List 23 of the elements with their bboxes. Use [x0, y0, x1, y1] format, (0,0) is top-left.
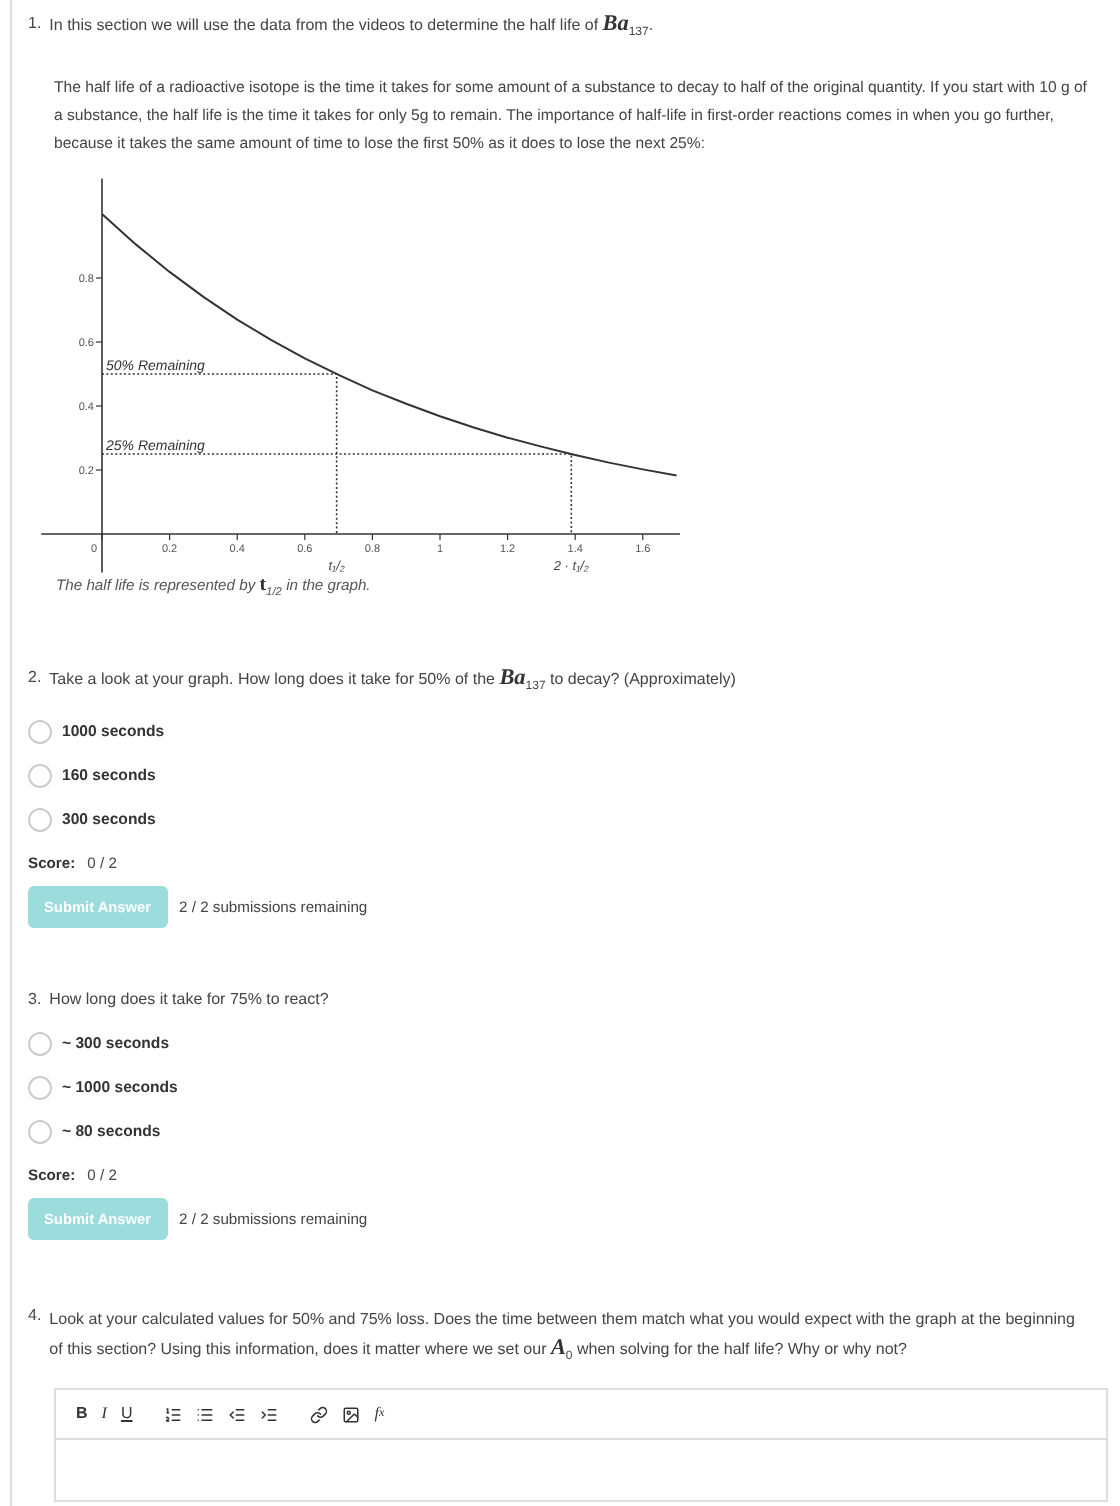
underline-button[interactable]: U	[120, 1404, 133, 1425]
question-number: 3.	[28, 987, 42, 1012]
ordered-list-icon[interactable]	[164, 1405, 183, 1424]
bold-button[interactable]: B	[76, 1404, 88, 1425]
question-text: In this section we will use the data from the videos to determine the half life of Ba$_{137}$.	[49, 12, 654, 44]
radio-button[interactable]	[28, 1031, 52, 1056]
radio-button[interactable]	[28, 1075, 52, 1100]
radio-button[interactable]	[28, 763, 52, 788]
italic-button[interactable]: I	[101, 1404, 107, 1425]
radio-button[interactable]	[28, 1119, 52, 1144]
question-text: Look at your calculated values for 50% and 75% loss. Does the time between them match what you would expect with the graph at the beginning of this section? Using this information, does it matter where we set our A$_{0}$ when solving for the half life? Why or why not?	[49, 1307, 1077, 1367]
radio-button[interactable]	[28, 719, 52, 744]
question-number: 1.	[28, 12, 42, 36]
question-number: 2.	[28, 666, 42, 691]
question-number: 4.	[28, 1303, 42, 1328]
indent-icon[interactable]	[260, 1405, 279, 1424]
link-icon[interactable]	[310, 1405, 329, 1424]
outdent-icon[interactable]	[228, 1405, 247, 1424]
image-icon[interactable]	[342, 1405, 361, 1424]
bullet-list-icon[interactable]	[196, 1405, 215, 1424]
radio-button[interactable]	[28, 807, 52, 832]
question-text: How long does it take for 75% to react?	[49, 987, 329, 1012]
question-text: Take a look at your graph. How long does it take for 50% of the Ba$_{137}$ to decay? (Approximately)	[49, 666, 736, 698]
